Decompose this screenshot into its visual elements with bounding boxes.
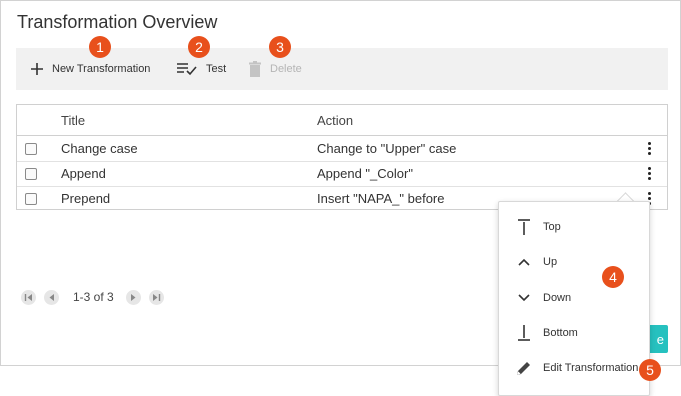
toolbar: New Transformation Test Delete [16, 48, 668, 90]
row-action: Append "_Color" [317, 166, 413, 181]
callout-badge-3: 3 [269, 36, 291, 58]
next-page-icon[interactable] [125, 289, 141, 305]
new-transformation-label: New Transformation [52, 63, 151, 75]
chevron-up-icon [515, 253, 533, 271]
new-transformation-button[interactable]: New Transformation [30, 48, 150, 90]
table-header: Title Action [17, 105, 667, 136]
delete-label: Delete [270, 63, 302, 75]
table-row[interactable]: Append Append "_Color" [17, 161, 667, 187]
row-title: Prepend [61, 191, 111, 206]
row-title: Change case [61, 141, 138, 156]
menu-item-top[interactable]: Top [499, 210, 649, 244]
test-label: Test [206, 63, 227, 75]
row-checkbox[interactable] [25, 143, 37, 155]
dialog-title: Transformation Overview [17, 12, 218, 32]
pencil-icon [515, 359, 533, 377]
transformations-table: Title Action Change case Change to "Uppe… [16, 104, 668, 210]
pager-range: 1-3 of 3 [73, 290, 114, 304]
arrow-to-top-icon [515, 218, 533, 236]
row-action: Insert "NAPA_" before [317, 191, 445, 206]
menu-item-down[interactable]: Down [499, 281, 649, 315]
menu-item-up[interactable]: Up [499, 245, 649, 279]
menu-item-label: Up [543, 256, 558, 268]
callout-badge-5: 5 [639, 359, 661, 381]
column-header-title[interactable]: Title [61, 105, 85, 135]
trash-icon [249, 61, 261, 77]
menu-item-label: Down [543, 292, 572, 304]
menu-item-edit-transformation[interactable]: Edit Transformation [499, 351, 649, 385]
row-title: Append [61, 166, 106, 181]
last-page-icon[interactable] [148, 289, 164, 305]
arrow-to-bottom-icon [515, 324, 533, 342]
plus-icon [31, 63, 43, 75]
playlist-check-icon [177, 63, 197, 76]
menu-item-label: Edit Transformation [543, 362, 639, 374]
callout-badge-4: 4 [602, 266, 624, 288]
row-action: Change to "Upper" case [317, 141, 457, 156]
row-menu-icon[interactable] [643, 161, 655, 186]
menu-item-bottom[interactable]: Bottom [499, 316, 649, 350]
row-checkbox[interactable] [25, 193, 37, 205]
menu-item-label: Top [543, 221, 561, 233]
pager: 1-3 of 3 [21, 288, 172, 306]
row-context-menu: Top Up Down Bottom Edit Transformation [498, 201, 650, 396]
row-checkbox[interactable] [25, 168, 37, 180]
chevron-down-icon [515, 289, 533, 307]
column-header-action[interactable]: Action [317, 105, 353, 135]
menu-item-label: Bottom [543, 327, 578, 339]
row-menu-icon[interactable] [643, 136, 655, 161]
callout-badge-2: 2 [188, 36, 210, 58]
previous-page-icon[interactable] [44, 289, 59, 305]
table-row[interactable]: Change case Change to "Upper" case [17, 136, 667, 162]
callout-badge-1: 1 [89, 36, 111, 58]
first-page-icon[interactable] [21, 289, 36, 305]
